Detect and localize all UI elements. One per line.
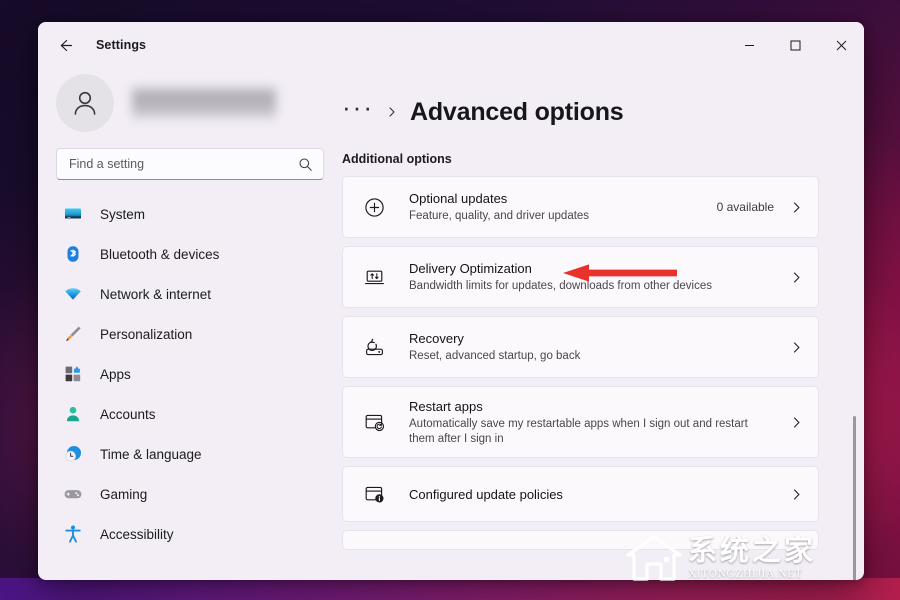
scrollbar-thumb[interactable]: [853, 416, 856, 580]
section-title: Additional options: [342, 152, 864, 166]
sidebar-item-gaming[interactable]: Gaming: [56, 474, 308, 514]
page-title: Advanced options: [410, 98, 624, 127]
apps-squares-icon: [62, 363, 84, 385]
plus-circle-icon: [361, 194, 387, 220]
card-description: Feature, quality, and driver updates: [409, 209, 717, 224]
card-title: Restart apps: [409, 398, 790, 415]
card-restart-apps[interactable]: Restart apps Automatically save my resta…: [342, 386, 819, 458]
recovery-icon: [361, 334, 387, 360]
card-description: Bandwidth limits for updates, downloads …: [409, 279, 759, 294]
sidebar-item-personalization[interactable]: Personalization: [56, 314, 308, 354]
taskbar-strip: [0, 578, 900, 600]
chevron-right-icon: [790, 201, 804, 214]
accessibility-person-icon: [62, 523, 84, 545]
card-title: Delivery Optimization: [409, 260, 790, 277]
card-text: Delivery Optimization Bandwidth limits f…: [409, 251, 790, 303]
sidebar-nav: System Bluetooth & devices: [52, 194, 308, 554]
avatar: [56, 74, 114, 132]
sidebar-item-label: Apps: [100, 367, 131, 382]
sidebar-item-label: System: [100, 207, 145, 222]
card-description: Automatically save my restartable apps w…: [409, 417, 759, 447]
back-button[interactable]: [48, 30, 82, 60]
breadcrumb-separator-icon: [386, 106, 398, 118]
minimize-icon: [744, 40, 755, 51]
sidebar-item-time-language[interactable]: Time & language: [56, 434, 308, 474]
sidebar-item-accessibility[interactable]: Accessibility: [56, 514, 308, 554]
sidebar-item-network-internet[interactable]: Network & internet: [56, 274, 308, 314]
main-content: ··· Advanced options Additional options: [324, 68, 864, 580]
window-controls: [726, 22, 864, 68]
paintbrush-icon: [62, 323, 84, 345]
sidebar-item-apps[interactable]: Apps: [56, 354, 308, 394]
accounts-person-icon: [62, 403, 84, 425]
search-box[interactable]: [56, 148, 324, 180]
card-next-partial[interactable]: [342, 530, 819, 550]
sidebar-item-system[interactable]: System: [56, 194, 308, 234]
minimize-button[interactable]: [726, 22, 772, 68]
account-row[interactable]: [52, 68, 308, 138]
maximize-icon: [790, 40, 801, 51]
desktop-background: Settings: [0, 0, 900, 600]
sidebar-item-label: Bluetooth & devices: [100, 247, 219, 262]
delivery-optimization-icon: [361, 264, 387, 290]
sidebar-item-label: Time & language: [100, 447, 202, 462]
options-card-list: Optional updates Feature, quality, and d…: [342, 176, 864, 550]
window-body: System Bluetooth & devices: [38, 68, 864, 580]
system-monitor-icon: [62, 203, 84, 225]
chevron-right-icon: [790, 416, 804, 429]
maximize-button[interactable]: [772, 22, 818, 68]
card-text: Configured update policies: [409, 477, 790, 512]
content-scrollbar[interactable]: [850, 264, 860, 580]
sidebar-item-label: Gaming: [100, 487, 147, 502]
card-description: Reset, advanced startup, go back: [409, 349, 759, 364]
breadcrumb-ellipsis-button[interactable]: ···: [342, 98, 374, 126]
close-icon: [836, 40, 847, 51]
account-name-redacted: [132, 86, 276, 120]
card-recovery[interactable]: Recovery Reset, advanced startup, go bac…: [342, 316, 819, 378]
bluetooth-icon: [62, 243, 84, 265]
window-title: Settings: [96, 38, 146, 52]
back-arrow-icon: [57, 37, 74, 54]
sidebar-item-label: Accounts: [100, 407, 156, 422]
close-button[interactable]: [818, 22, 864, 68]
chevron-right-icon: [790, 488, 804, 501]
update-policies-icon: [361, 481, 387, 507]
sidebar-item-label: Accessibility: [100, 527, 174, 542]
chevron-right-icon: [790, 271, 804, 284]
breadcrumb: ··· Advanced options: [342, 94, 864, 130]
card-title: Recovery: [409, 330, 790, 347]
gamepad-icon: [62, 483, 84, 505]
sidebar-item-accounts[interactable]: Accounts: [56, 394, 308, 434]
user-avatar-icon: [69, 87, 101, 119]
chevron-right-icon: [790, 341, 804, 354]
search-input[interactable]: [69, 157, 298, 171]
sidebar: System Bluetooth & devices: [38, 68, 324, 580]
card-optional-updates[interactable]: Optional updates Feature, quality, and d…: [342, 176, 819, 238]
search-icon: [298, 157, 313, 172]
restart-apps-icon: [361, 409, 387, 435]
sidebar-item-label: Personalization: [100, 327, 192, 342]
wifi-icon: [62, 283, 84, 305]
sidebar-item-label: Network & internet: [100, 287, 211, 302]
card-text: Recovery Reset, advanced startup, go bac…: [409, 321, 790, 373]
status-badge: 0 available: [717, 200, 774, 214]
card-title: Configured update policies: [409, 486, 790, 503]
sidebar-item-bluetooth-devices[interactable]: Bluetooth & devices: [56, 234, 308, 274]
title-bar: Settings: [38, 22, 864, 68]
clock-globe-icon: [62, 443, 84, 465]
settings-window: Settings: [38, 22, 864, 580]
card-delivery-optimization[interactable]: Delivery Optimization Bandwidth limits f…: [342, 246, 819, 308]
card-text: Optional updates Feature, quality, and d…: [409, 181, 717, 233]
card-text: Restart apps Automatically save my resta…: [409, 389, 790, 456]
card-title: Optional updates: [409, 190, 717, 207]
card-configured-update-policies[interactable]: Configured update policies: [342, 466, 819, 522]
